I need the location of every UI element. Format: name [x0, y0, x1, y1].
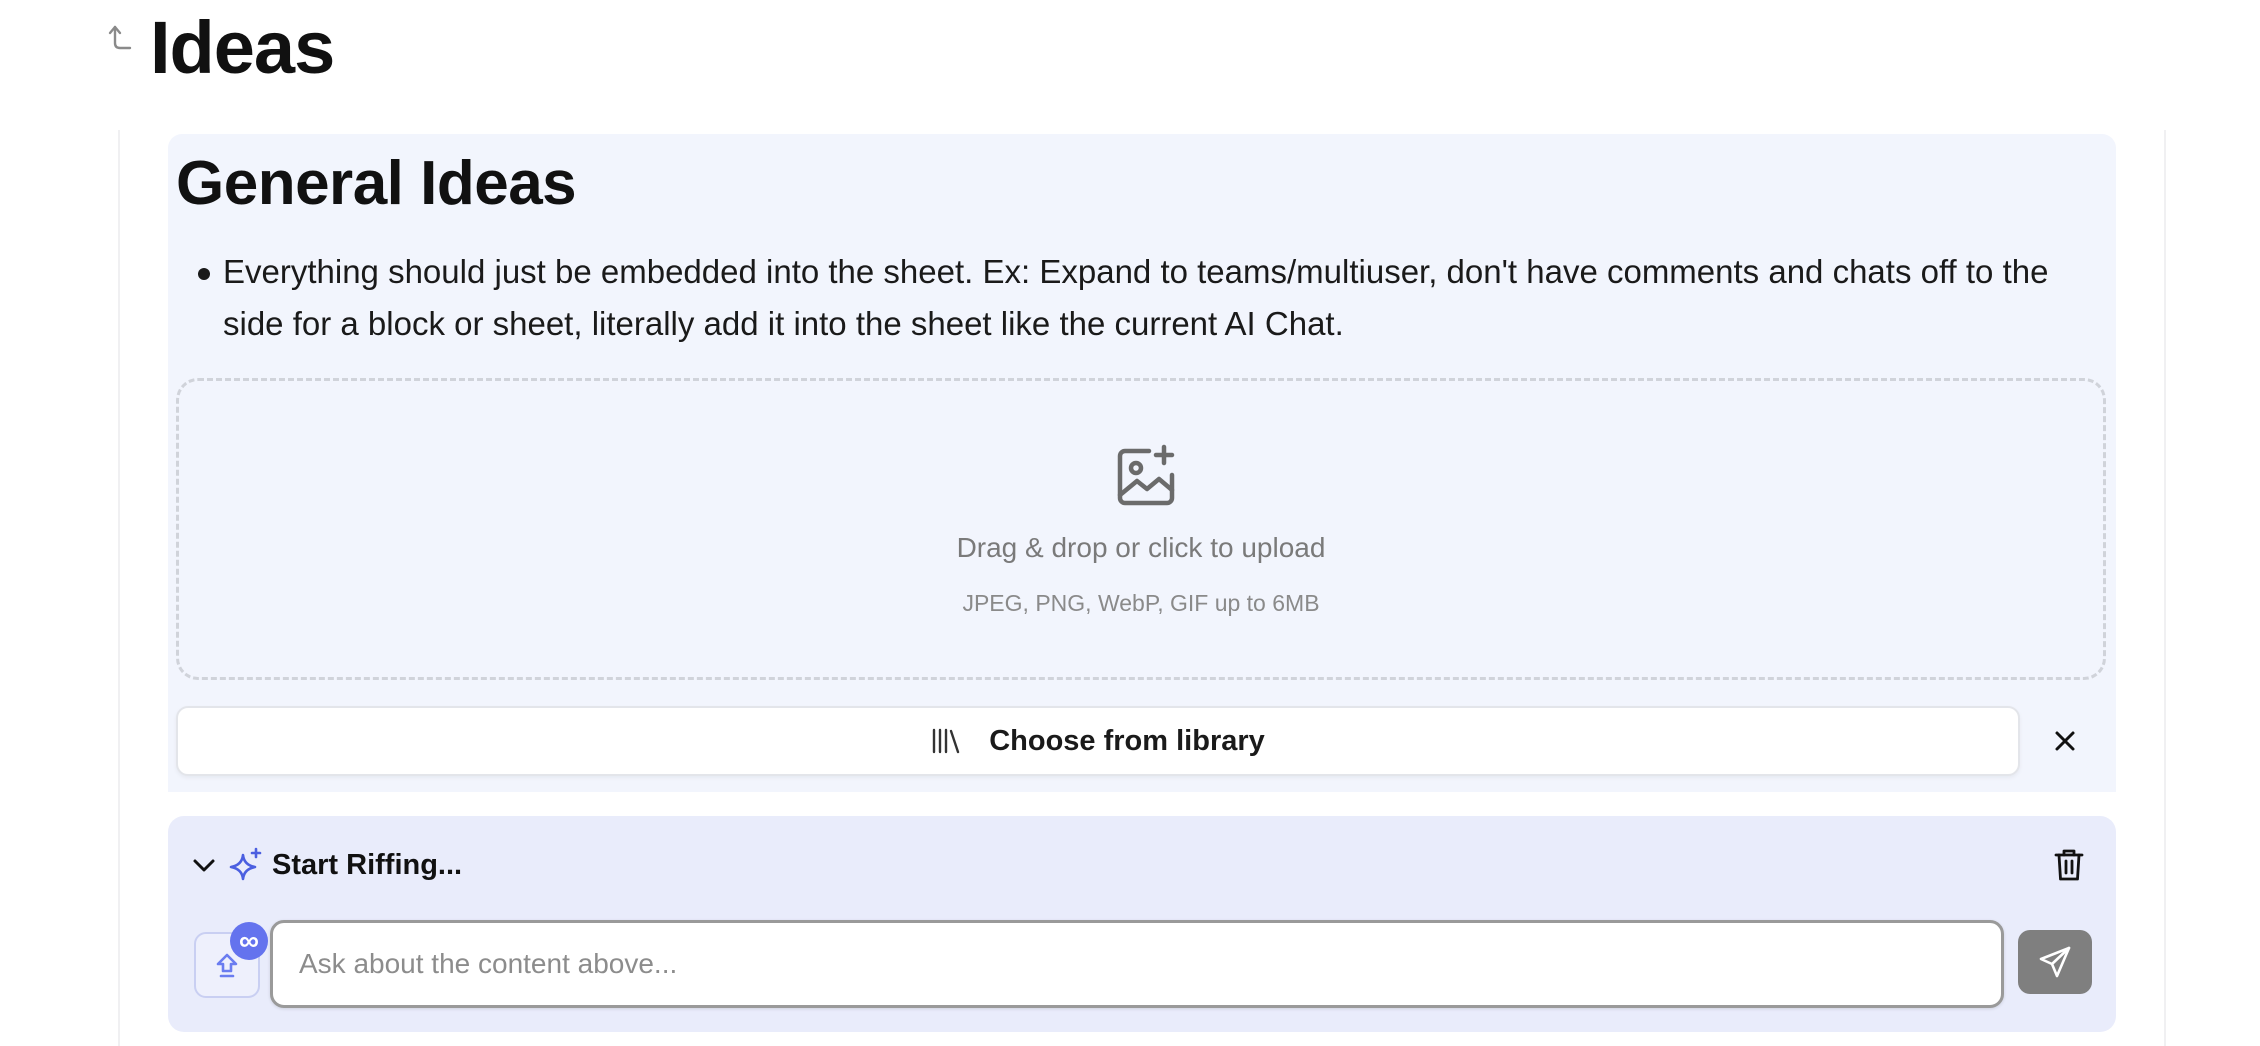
ideas-block: General Ideas Everything should just be …: [168, 134, 2116, 792]
library-button-label: Choose from library: [989, 724, 1265, 757]
bullet-list: Everything should just be embedded into …: [198, 246, 2098, 350]
parent-page-link[interactable]: [100, 20, 136, 56]
image-upload-dropzone[interactable]: Drag & drop or click to upload JPEG, PNG…: [176, 378, 2106, 680]
infinity-badge: ∞: [230, 922, 268, 960]
bullet-dot: [198, 268, 210, 280]
riff-panel: Start Riffing... ∞: [168, 816, 2116, 1032]
upload-title: Drag & drop or click to upload: [956, 532, 1326, 563]
chevron-down-icon: [190, 851, 218, 879]
library-icon: [931, 727, 961, 755]
bullet-text: Everything should just be embedded into …: [223, 253, 2049, 342]
riff-title: Start Riffing...: [272, 848, 463, 881]
riff-toggle[interactable]: Start Riffing...: [190, 840, 462, 890]
send-icon: [2039, 946, 2071, 978]
bullet-item[interactable]: Everything should just be embedded into …: [198, 246, 2098, 350]
trash-icon: [2054, 849, 2084, 881]
riff-chat-input[interactable]: [270, 920, 2004, 1008]
sparkle-icon: [228, 847, 264, 883]
block-title[interactable]: General Ideas: [176, 144, 577, 224]
page-title: Ideas: [150, 6, 335, 89]
image-plus-icon: [1113, 443, 1179, 509]
upload-formats-hint: JPEG, PNG, WebP, GIF up to 6MB: [962, 590, 1320, 616]
arrow-up-left-icon: [108, 25, 132, 50]
send-button[interactable]: [2018, 930, 2092, 994]
choose-from-library-button[interactable]: Choose from library: [176, 706, 2020, 776]
close-icon: [2055, 731, 2075, 751]
close-upload-button[interactable]: [2042, 718, 2088, 764]
delete-riff-button[interactable]: [2044, 840, 2094, 890]
